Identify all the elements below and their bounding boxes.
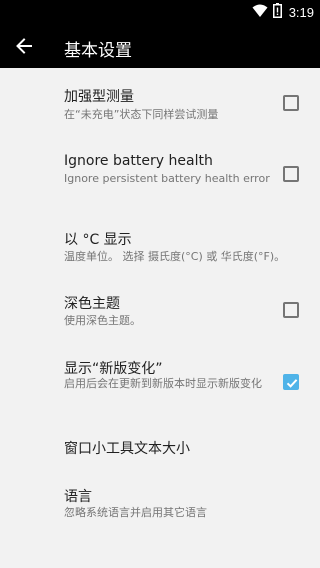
setting-title: 语言 <box>64 489 92 505</box>
ignore-battery-health-checkbox[interactable] <box>283 166 299 182</box>
status-time: 3:19 <box>288 4 314 20</box>
setting-ignore-battery-health[interactable]: Ignore battery health Ignore persistent … <box>0 148 320 212</box>
setting-temperature-unit[interactable]: 以 °C 显示 温度单位。 选择 摄氏度(°C) 或 华氏度(°F)。 <box>0 223 320 273</box>
setting-title: 深色主题 <box>64 296 120 312</box>
wifi-icon <box>252 3 268 22</box>
setting-title: 显示“新版变化” <box>64 361 163 377</box>
setting-summary: 在“未充电”状态下同样尝试测量 <box>64 108 219 121</box>
arrow-back-icon <box>16 38 32 54</box>
status-bar: 3:19 <box>0 0 320 24</box>
setting-title: 加强型测量 <box>64 89 134 105</box>
setting-summary: 忽略系统语言并启用其它语言 <box>64 506 207 519</box>
setting-language[interactable]: 语言 忽略系统语言并启用其它语言 <box>0 478 320 528</box>
app-bar: 基本设置 <box>0 24 320 68</box>
setting-dark-theme[interactable]: 深色主题 使用深色主题。 <box>0 288 320 338</box>
status-icons: 3:19 <box>252 2 314 22</box>
check-icon <box>286 379 298 388</box>
dark-theme-checkbox[interactable] <box>283 302 299 318</box>
setting-enhanced-measurement[interactable]: 加强型测量 在“未充电”状态下同样尝试测量 <box>0 78 320 136</box>
setting-summary: 温度单位。 选择 摄氏度(°C) 或 华氏度(°F)。 <box>64 250 286 263</box>
setting-title: 以 °C 显示 <box>64 232 132 248</box>
setting-title: Ignore battery health <box>64 153 213 169</box>
setting-summary: Ignore persistent battery health error <box>64 172 270 185</box>
show-changelog-checkbox[interactable] <box>283 374 299 390</box>
page-title: 基本设置 <box>64 41 132 61</box>
setting-summary: 使用深色主题。 <box>64 314 141 327</box>
back-button[interactable] <box>12 34 36 58</box>
setting-show-changelog[interactable]: 显示“新版变化” 启用后会在更新到新版本时显示新版变化 <box>0 353 320 413</box>
enhanced-measurement-checkbox[interactable] <box>283 95 299 111</box>
setting-widget-text-size[interactable]: 窗口小工具文本大小 <box>0 428 320 468</box>
settings-list: 加强型测量 在“未充电”状态下同样尝试测量 Ignore battery hea… <box>0 68 320 568</box>
battery-alert-icon <box>272 2 282 22</box>
setting-title: 窗口小工具文本大小 <box>64 441 190 457</box>
setting-summary: 启用后会在更新到新版本时显示新版变化 <box>64 377 262 390</box>
